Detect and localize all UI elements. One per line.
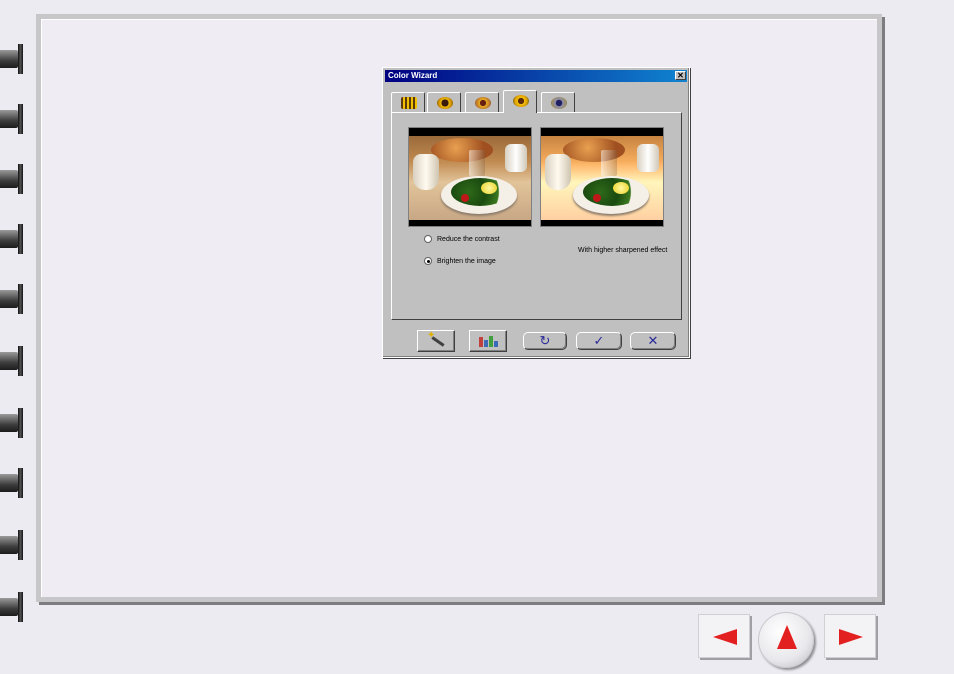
reset-icon: ↻	[539, 333, 551, 348]
magic-wand-icon	[427, 330, 445, 348]
reduce-contrast-option[interactable]: Reduce the contrast	[424, 235, 500, 243]
binder-ring	[0, 104, 24, 134]
reduce-contrast-radio[interactable]	[424, 235, 432, 243]
tab-sunflower-grid[interactable]	[391, 92, 425, 112]
home-button[interactable]	[758, 612, 814, 668]
sunflower-warm-icon	[475, 97, 491, 109]
dialog-title: Color Wizard	[388, 71, 438, 80]
tab-sunflower-dark[interactable]	[427, 92, 461, 112]
histogram-icon	[478, 335, 498, 347]
cancel-icon: ✕	[647, 333, 659, 348]
tab-sunflower-gray[interactable]	[541, 92, 575, 112]
next-page-button[interactable]	[824, 614, 876, 658]
brighten-image-radio[interactable]	[424, 257, 432, 265]
dialog-titlebar[interactable]: Color Wizard ✕	[385, 70, 687, 82]
effect-note: With higher sharpened effect	[578, 247, 668, 254]
cancel-button[interactable]: ✕	[630, 332, 676, 350]
reset-button[interactable]: ↻	[523, 332, 567, 350]
binder-ring	[0, 224, 24, 254]
previous-page-button[interactable]	[698, 614, 750, 658]
binder-ring	[0, 284, 24, 314]
sunflower-gray-icon	[551, 97, 567, 109]
binder-ring	[0, 530, 24, 560]
tab-sunflower-warm[interactable]	[465, 92, 499, 112]
close-icon: ✕	[677, 71, 684, 80]
up-arrow-icon	[777, 625, 797, 649]
binder-ring	[0, 346, 24, 376]
histogram-button[interactable]	[469, 330, 507, 352]
tab-panel: Reduce the contrast Brighten the image W…	[391, 112, 682, 320]
binder-ring	[0, 44, 24, 74]
binder-ring	[0, 164, 24, 194]
reduce-contrast-label: Reduce the contrast	[437, 235, 500, 243]
sunflower-dark-icon	[437, 97, 453, 109]
sunflower-grid-icon	[401, 97, 417, 109]
spiral-binder	[0, 0, 28, 674]
left-arrow-icon	[713, 629, 737, 645]
right-arrow-icon	[839, 629, 863, 645]
original-preview-image	[408, 127, 532, 227]
close-button[interactable]: ✕	[675, 71, 686, 80]
sunflower-bright-icon	[513, 95, 529, 107]
tab-sunflower-bright[interactable]	[503, 90, 537, 113]
binder-ring	[0, 408, 24, 438]
wizard-button[interactable]	[417, 330, 455, 352]
brighten-image-option[interactable]: Brighten the image	[424, 257, 496, 265]
ok-button[interactable]: ✓	[576, 332, 622, 350]
color-wizard-dialog: Color Wizard ✕ Reduce the contrast Brigh…	[382, 67, 690, 358]
checkmark-icon: ✓	[593, 333, 605, 348]
adjusted-preview-image	[540, 127, 664, 227]
binder-ring	[0, 468, 24, 498]
brighten-image-label: Brighten the image	[437, 257, 496, 265]
binder-ring	[0, 592, 24, 622]
